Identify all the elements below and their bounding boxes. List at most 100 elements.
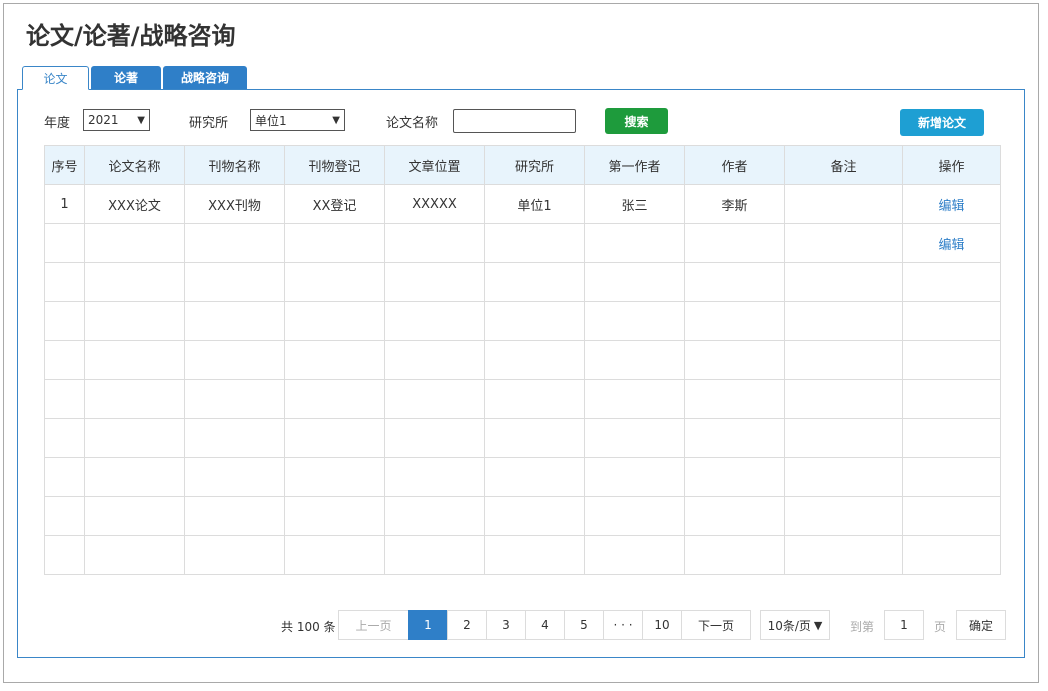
cell-author xyxy=(684,262,785,302)
tab-papers[interactable]: 论文 xyxy=(22,66,89,90)
cell-first-author: 张三 xyxy=(584,184,685,224)
cell-remarks xyxy=(784,379,903,419)
cell-first-author xyxy=(584,340,685,380)
cell-journal-registration: XX登记 xyxy=(284,184,385,224)
table-row xyxy=(44,301,1001,341)
cell-first-author xyxy=(584,223,685,263)
cell-paper-name xyxy=(84,418,185,458)
table-row xyxy=(44,262,1001,302)
cell-paper-name xyxy=(84,301,185,341)
col-header-first-author: 第一作者 xyxy=(584,145,685,185)
cell-journal-registration xyxy=(284,535,385,575)
cell-remarks xyxy=(784,496,903,536)
edit-link[interactable]: 编辑 xyxy=(938,238,964,253)
paper-name-input[interactable] xyxy=(453,109,576,133)
cell-actions xyxy=(902,301,1001,341)
cell-journal-registration xyxy=(284,262,385,302)
col-header-institute: 研究所 xyxy=(484,145,585,185)
institute-label: 研究所 xyxy=(189,116,229,131)
cell-actions: 编辑 xyxy=(902,223,1001,263)
cell-article-position xyxy=(384,301,485,341)
cell-journal-name xyxy=(184,418,285,458)
prev-page-button[interactable]: 上一页 xyxy=(338,610,409,640)
page-size-value: 10条/页 xyxy=(767,618,811,633)
page-ellipsis[interactable]: · · · xyxy=(603,610,643,640)
cell-actions xyxy=(902,535,1001,575)
table-row: 1 XXX论文 XXX刊物 XX登记 XXXXX 单位1 张三 李斯 编辑 xyxy=(44,184,1001,224)
cell-journal-registration xyxy=(284,301,385,341)
cell-paper-name xyxy=(84,262,185,302)
goto-label: 到第 xyxy=(850,620,875,634)
cell-first-author xyxy=(584,457,685,497)
cell-index xyxy=(44,340,85,380)
tab-bar: 论文 论著 战略咨询 xyxy=(22,66,247,90)
cell-paper-name: XXX论文 xyxy=(84,184,185,224)
page-button-3[interactable]: 3 xyxy=(486,610,526,640)
cell-institute: 单位1 xyxy=(484,184,585,224)
search-button[interactable]: 搜索 xyxy=(605,108,668,134)
cell-article-position xyxy=(384,340,485,380)
cell-remarks xyxy=(784,262,903,302)
cell-journal-name xyxy=(184,301,285,341)
cell-journal-name xyxy=(184,340,285,380)
cell-article-position: XXXXX xyxy=(384,184,485,224)
col-header-remarks: 备注 xyxy=(784,145,903,185)
cell-institute xyxy=(484,223,585,263)
cell-remarks xyxy=(784,184,903,224)
table-row: 编辑 xyxy=(44,223,1001,263)
cell-author xyxy=(684,379,785,419)
page-button-4[interactable]: 4 xyxy=(525,610,565,640)
cell-actions xyxy=(902,418,1001,458)
cell-article-position xyxy=(384,535,485,575)
page-size-select[interactable]: 10条/页 ▼ xyxy=(760,610,830,640)
tab-monographs[interactable]: 论著 xyxy=(91,66,161,89)
col-header-actions: 操作 xyxy=(902,145,1001,185)
page-button-2[interactable]: 2 xyxy=(447,610,487,640)
cell-journal-registration xyxy=(284,457,385,497)
cell-paper-name xyxy=(84,496,185,536)
goto-page-input[interactable]: 1 xyxy=(884,610,924,640)
cell-institute xyxy=(484,496,585,536)
next-page-button[interactable]: 下一页 xyxy=(681,610,751,640)
page-button-1[interactable]: 1 xyxy=(408,610,448,640)
cell-first-author xyxy=(584,418,685,458)
col-header-paper-name: 论文名称 xyxy=(84,145,185,185)
cell-index xyxy=(44,223,85,263)
cell-author xyxy=(684,496,785,536)
cell-author xyxy=(684,301,785,341)
tab-strategic-consulting[interactable]: 战略咨询 xyxy=(163,66,247,89)
cell-article-position xyxy=(384,379,485,419)
cell-author xyxy=(684,340,785,380)
page-button-5[interactable]: 5 xyxy=(564,610,604,640)
add-paper-button[interactable]: 新增论文 xyxy=(900,109,984,136)
cell-article-position xyxy=(384,418,485,458)
cell-remarks xyxy=(784,535,903,575)
col-header-index: 序号 xyxy=(44,145,85,185)
year-select[interactable]: 2021 ▼ xyxy=(83,109,150,131)
cell-remarks xyxy=(784,457,903,497)
cell-author xyxy=(684,223,785,263)
institute-select-value: 单位1 xyxy=(255,113,287,128)
cell-first-author xyxy=(584,262,685,302)
cell-journal-registration xyxy=(284,340,385,380)
cell-index xyxy=(44,535,85,575)
institute-select[interactable]: 单位1 ▼ xyxy=(250,109,345,131)
cell-journal-registration xyxy=(284,496,385,536)
cell-journal-registration xyxy=(284,379,385,419)
col-header-journal-registration: 刊物登记 xyxy=(284,145,385,185)
table-header-row: 序号 论文名称 刊物名称 刊物登记 文章位置 研究所 第一作者 作者 备注 操作 xyxy=(44,145,1001,185)
confirm-button[interactable]: 确定 xyxy=(956,610,1006,640)
cell-institute xyxy=(484,262,585,302)
cell-first-author xyxy=(584,496,685,536)
cell-index xyxy=(44,262,85,302)
cell-paper-name xyxy=(84,457,185,497)
cell-remarks xyxy=(784,340,903,380)
chevron-down-icon: ▼ xyxy=(332,114,340,126)
cell-actions: 编辑 xyxy=(902,184,1001,224)
table-row xyxy=(44,496,1001,536)
cell-institute xyxy=(484,301,585,341)
page-button-10[interactable]: 10 xyxy=(642,610,682,640)
edit-link[interactable]: 编辑 xyxy=(938,199,964,214)
table-row xyxy=(44,535,1001,575)
cell-journal-name xyxy=(184,223,285,263)
